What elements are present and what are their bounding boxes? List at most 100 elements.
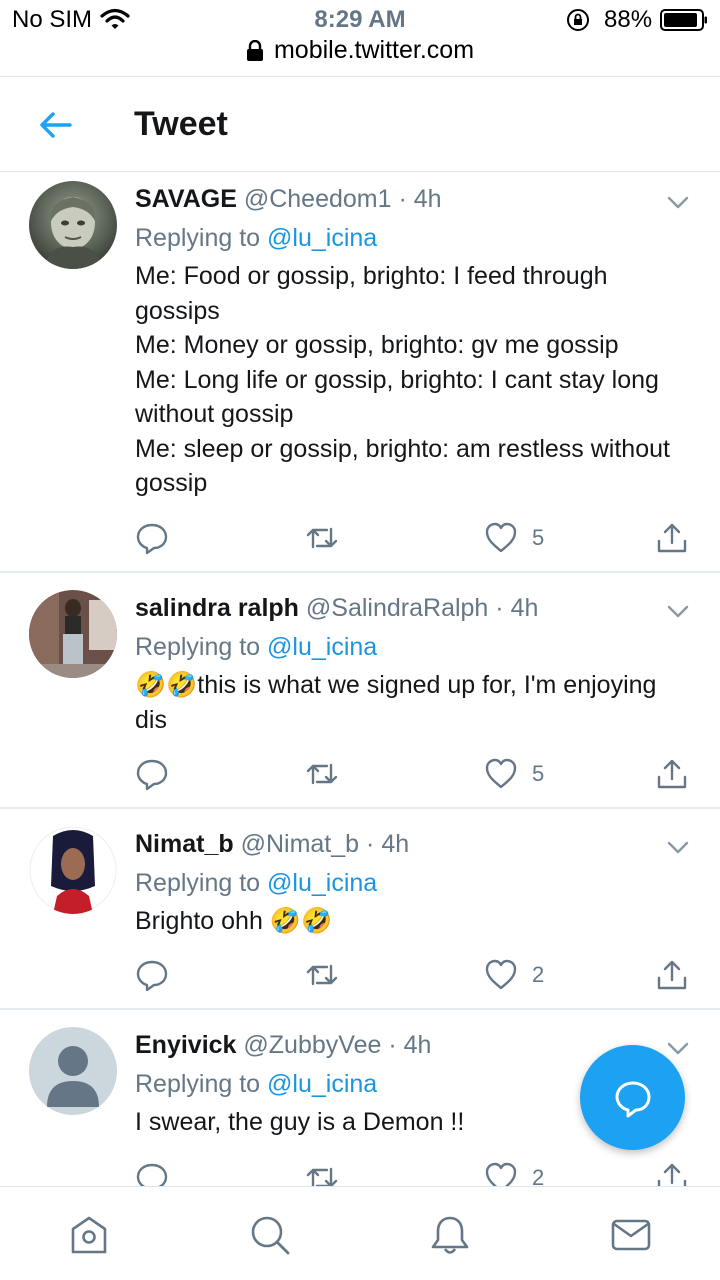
retweet-button[interactable] xyxy=(305,1158,339,1186)
author-name[interactable]: Enyivick xyxy=(135,1031,236,1059)
retweet-button[interactable] xyxy=(305,955,339,995)
page-header: Tweet xyxy=(0,76,720,172)
share-button[interactable] xyxy=(655,1158,689,1186)
tweet-header: SAVAGE @Cheedom1 · 4h xyxy=(135,181,695,217)
like-button[interactable]: 5 xyxy=(484,754,544,794)
avatar[interactable] xyxy=(29,181,117,269)
share-icon xyxy=(657,1163,687,1186)
orientation-lock-icon xyxy=(567,9,589,31)
tweet-header: Nimat_b @Nimat_b · 4h xyxy=(135,826,695,862)
replying-label: Replying to xyxy=(135,869,261,897)
chevron-down-icon[interactable] xyxy=(666,194,690,210)
like-count: 5 xyxy=(532,525,545,550)
share-button[interactable] xyxy=(655,518,689,558)
tweet-header: salindra ralph @SalindraRalph · 4h xyxy=(135,590,695,626)
tweet-actions: 5 xyxy=(135,754,695,794)
tweet-time[interactable]: 4h xyxy=(511,594,539,622)
lock-icon xyxy=(246,39,263,61)
retweet-button[interactable] xyxy=(305,518,339,558)
like-count: 5 xyxy=(532,761,545,786)
replying-to: Replying to @lu_icina xyxy=(135,865,695,901)
share-icon xyxy=(657,523,687,553)
tweet-text: 🤣🤣this is what we signed up for, I'm enj… xyxy=(135,671,657,734)
chevron-down-icon[interactable] xyxy=(666,839,690,855)
like-icon xyxy=(485,959,517,990)
author-handle[interactable]: @ZubbyVee xyxy=(243,1031,381,1059)
like-count: 2 xyxy=(532,962,545,987)
reply-icon xyxy=(136,759,168,791)
chevron-down-icon[interactable] xyxy=(666,603,690,619)
tweet[interactable]: salindra ralph @SalindraRalph · 4h Reply… xyxy=(0,573,720,809)
tweet-actions: 2 xyxy=(135,955,695,995)
browser-url-bar[interactable]: mobile.twitter.com xyxy=(0,36,720,76)
like-button[interactable]: 2 xyxy=(484,1158,544,1186)
notifications-icon xyxy=(431,1216,469,1254)
tweet-time[interactable]: 4h xyxy=(414,185,442,213)
battery-percent: 88% xyxy=(604,6,653,33)
replying-to: Replying to @lu_icina xyxy=(135,629,695,665)
replying-label: Replying to xyxy=(135,1070,261,1098)
like-icon xyxy=(485,1162,517,1186)
retweet-button[interactable] xyxy=(305,754,339,794)
like-button[interactable]: 5 xyxy=(484,518,544,558)
replying-label: Replying to xyxy=(135,224,261,252)
reply-button[interactable] xyxy=(135,1158,169,1186)
reply-icon xyxy=(136,523,168,555)
replying-mention-link[interactable]: @lu_icina xyxy=(267,869,377,897)
like-icon xyxy=(485,522,517,553)
chevron-down-icon[interactable] xyxy=(666,1040,690,1056)
replying-mention-link[interactable]: @lu_icina xyxy=(267,633,377,661)
avatar[interactable] xyxy=(29,826,117,914)
messages-icon xyxy=(611,1219,651,1251)
author-name[interactable]: salindra ralph xyxy=(135,594,299,622)
tab-search[interactable] xyxy=(248,1213,292,1257)
bottom-tab-bar xyxy=(0,1186,720,1280)
author-handle[interactable]: @Cheedom1 xyxy=(244,185,392,213)
tweet[interactable]: SAVAGE @Cheedom1 · 4h Replying to @lu_ic… xyxy=(0,172,720,573)
battery-icon xyxy=(660,9,707,31)
compose-reply-button[interactable] xyxy=(580,1045,685,1150)
compose-reply-icon xyxy=(615,1081,650,1117)
like-button[interactable]: 2 xyxy=(484,955,544,995)
tweet-text: Me: Food or gossip, brighto: I feed thro… xyxy=(135,262,670,497)
retweet-icon xyxy=(306,527,338,549)
share-icon xyxy=(657,759,687,789)
author-name[interactable]: SAVAGE xyxy=(135,185,237,213)
author-handle[interactable]: @Nimat_b xyxy=(241,830,359,858)
tab-notifications[interactable] xyxy=(428,1213,472,1257)
reply-button[interactable] xyxy=(135,518,169,558)
tweet[interactable]: Nimat_b @Nimat_b · 4h Replying to @lu_ic… xyxy=(0,809,720,1010)
separator-dot: · xyxy=(388,1031,397,1059)
page-title: Tweet xyxy=(134,105,228,143)
share-button[interactable] xyxy=(655,955,689,995)
status-bar: No SIM 8:29 AM 88% xyxy=(0,0,720,40)
default-avatar-icon xyxy=(29,1027,117,1115)
author-name[interactable]: Nimat_b xyxy=(135,830,234,858)
avatar[interactable] xyxy=(29,590,117,678)
reply-icon xyxy=(136,960,168,992)
tweet-time[interactable]: 4h xyxy=(404,1031,432,1059)
home-icon xyxy=(71,1216,107,1254)
tab-home[interactable] xyxy=(67,1213,111,1257)
retweet-icon xyxy=(306,1167,338,1186)
back-arrow-icon[interactable] xyxy=(36,107,76,143)
separator-dot: · xyxy=(398,185,407,213)
tweet-time[interactable]: 4h xyxy=(381,830,409,858)
avatar[interactable] xyxy=(29,1027,117,1115)
tweet-text: Brighto ohh 🤣🤣 xyxy=(135,907,333,935)
author-handle[interactable]: @SalindraRalph xyxy=(306,594,488,622)
reply-button[interactable] xyxy=(135,955,169,995)
replying-mention-link[interactable]: @lu_icina xyxy=(267,224,377,252)
search-icon xyxy=(251,1216,290,1255)
like-count: 2 xyxy=(532,1165,545,1186)
retweet-icon xyxy=(306,964,338,986)
tab-messages[interactable] xyxy=(609,1213,653,1257)
replying-mention-link[interactable]: @lu_icina xyxy=(267,1070,377,1098)
share-button[interactable] xyxy=(655,754,689,794)
tweet-actions: 2 xyxy=(135,1158,695,1186)
reply-button[interactable] xyxy=(135,754,169,794)
separator-dot: · xyxy=(495,594,504,622)
url-text: mobile.twitter.com xyxy=(273,36,475,64)
reply-feed[interactable]: SAVAGE @Cheedom1 · 4h Replying to @lu_ic… xyxy=(0,172,720,1186)
reply-icon xyxy=(136,1163,168,1186)
